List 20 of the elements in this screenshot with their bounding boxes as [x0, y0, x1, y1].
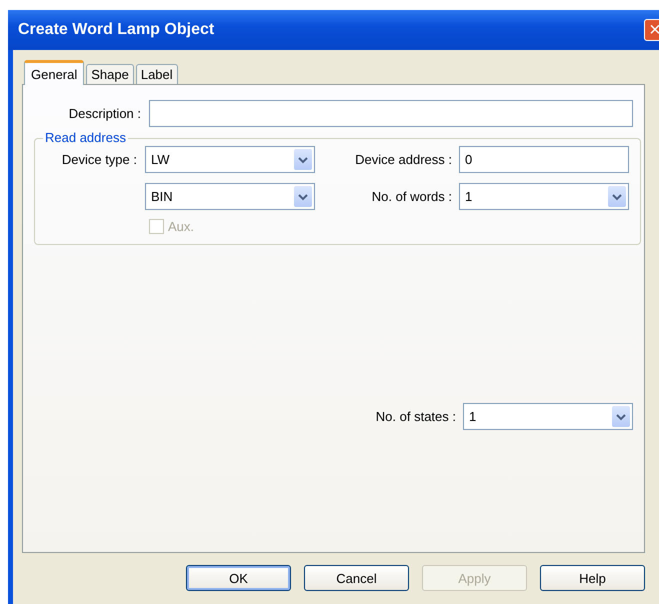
tab[interactable]: Shape — [86, 64, 134, 84]
field-label: No. of states : — [374, 409, 456, 424]
window-title: Create Word Lamp Object — [18, 21, 214, 39]
states-dropdown[interactable]: 1 — [463, 403, 633, 430]
dialog-button[interactable]: Help — [540, 565, 645, 591]
tab[interactable]: General — [24, 60, 84, 85]
device-address-field[interactable]: 0 — [459, 146, 629, 173]
words-dropdown[interactable]: 1 — [459, 183, 629, 210]
dialog-button[interactable]: OK — [186, 565, 291, 591]
group-legend: Read address — [43, 130, 128, 145]
field-label: Device address : — [354, 152, 452, 167]
dialog-button[interactable]: Cancel — [304, 565, 409, 591]
field-label: Device type : — [60, 152, 137, 167]
format-dropdown[interactable]: BIN — [145, 183, 315, 210]
description-field[interactable] — [149, 100, 633, 127]
field-label: No. of words : — [370, 189, 452, 204]
field-label: Description : — [68, 106, 141, 121]
checkbox-label: Aux. — [168, 218, 194, 234]
device-type-dropdown[interactable]: LW — [145, 146, 315, 173]
tab[interactable]: Label — [136, 64, 178, 84]
